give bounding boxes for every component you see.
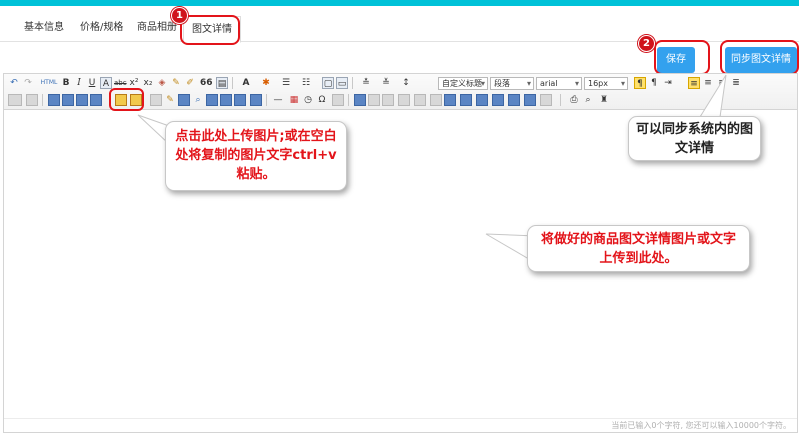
toolbar-separator — [352, 77, 353, 89]
toolbar-separator — [42, 94, 43, 106]
redo-icon[interactable]: ↷ — [22, 77, 34, 89]
highlight-color-icon[interactable]: ✱ — [260, 77, 272, 89]
search-replace-icon[interactable]: ♜ — [598, 94, 610, 106]
tab-basic-info[interactable]: 基本信息 — [24, 18, 64, 38]
insert-row-icon[interactable] — [382, 94, 394, 106]
page-break-icon[interactable] — [234, 94, 246, 106]
tab-highlight-ring — [180, 15, 240, 45]
image-float-left-icon[interactable] — [62, 94, 74, 106]
row-spacing-bottom-icon[interactable]: ≚ — [380, 77, 392, 89]
font-family-select[interactable]: arial — [536, 77, 582, 90]
image-float-right-icon[interactable] — [76, 94, 88, 106]
insert-col-icon[interactable] — [414, 94, 426, 106]
rtl-icon[interactable]: ¶ — [648, 77, 660, 89]
merge-cells-icon[interactable] — [444, 94, 456, 106]
delete-table-icon[interactable] — [368, 94, 380, 106]
insert-frame-icon[interactable] — [220, 94, 232, 106]
bold-icon[interactable]: B — [60, 77, 72, 89]
split-rows-icon[interactable] — [508, 94, 520, 106]
insert-video-icon[interactable] — [178, 94, 190, 106]
select-all-icon[interactable]: ▢ — [322, 77, 334, 89]
editor-statusbar: 当前已输入0个字符, 您还可以输入10000个字符。 — [4, 418, 797, 432]
merge-down-icon[interactable] — [476, 94, 488, 106]
insert-table-icon[interactable] — [354, 94, 366, 106]
auto-format-icon[interactable]: ✐ — [184, 77, 196, 89]
line-height-icon[interactable]: ↕ — [400, 77, 412, 89]
preview-icon[interactable]: ⌕ — [582, 94, 594, 106]
tab-product-album[interactable]: 商品相册 — [137, 18, 177, 38]
horizontal-rule-icon[interactable]: — — [272, 94, 284, 106]
image-upload-highlight-ring — [109, 88, 144, 111]
eraser-icon[interactable]: ◈ — [156, 77, 168, 89]
undo-icon[interactable]: ↶ — [8, 77, 20, 89]
emotion-icon[interactable] — [150, 94, 162, 106]
font-border-icon[interactable]: A — [100, 77, 112, 89]
scrawl-icon[interactable]: ✎ — [164, 94, 176, 106]
split-cols-icon[interactable] — [524, 94, 536, 106]
date-icon[interactable]: ▦ — [288, 94, 300, 106]
word-count: 当前已输入0个字符, 您还可以输入10000个字符。 — [611, 421, 791, 430]
font-size-select[interactable]: 16px — [584, 77, 628, 90]
html-source-icon[interactable]: HTML — [40, 77, 58, 89]
underline-icon[interactable]: U — [86, 77, 98, 89]
subscript-icon[interactable]: x₂ — [142, 77, 154, 89]
ltr-icon[interactable]: ¶ — [634, 77, 646, 89]
toolbar-separator — [560, 94, 561, 106]
toolbar-separator — [232, 77, 233, 89]
save-highlight-ring — [654, 40, 710, 75]
font-color-icon[interactable]: A — [240, 77, 252, 89]
sync-callout: 可以同步系统内的图文详情 — [628, 116, 761, 161]
content-callout: 将做好的商品图文详情图片或文字上传到此处。 — [527, 225, 750, 272]
tab-bar: 基本信息 价格/规格 商品相册 图文详情 — [0, 6, 799, 43]
toolbar-separator — [348, 94, 349, 106]
image-float-none-icon[interactable] — [48, 94, 60, 106]
custom-heading-select[interactable]: 自定义标题 — [438, 77, 488, 90]
ordered-list-icon[interactable]: ☰ — [280, 77, 292, 89]
map-icon[interactable] — [206, 94, 218, 106]
attachment-icon[interactable]: ⌕ — [192, 94, 204, 106]
time-icon[interactable]: ◷ — [302, 94, 314, 106]
step-badge-1: 1 — [171, 7, 188, 24]
indent-icon[interactable]: ⇥ — [662, 77, 674, 89]
toolbar-separator — [266, 94, 267, 106]
unlink-icon[interactable] — [26, 94, 38, 106]
step-badge-2: 2 — [638, 35, 655, 52]
merge-right-icon[interactable] — [460, 94, 472, 106]
delete-row-icon[interactable] — [398, 94, 410, 106]
table-props-icon[interactable] — [540, 94, 552, 106]
tab-price-spec[interactable]: 价格/规格 — [80, 18, 123, 38]
paragraph-select[interactable]: 段落 — [490, 77, 534, 90]
snapscreen-icon[interactable] — [332, 94, 344, 106]
clear-doc-icon[interactable]: ▭ — [336, 77, 348, 89]
link-icon[interactable] — [8, 94, 22, 106]
upload-callout: 点击此处上传图片;或在空白处将复制的图片文字ctrl+v粘贴。 — [165, 121, 347, 191]
sync-callout-tail — [699, 74, 727, 118]
format-brush-icon[interactable]: ✎ — [170, 77, 182, 89]
split-cells-icon[interactable] — [492, 94, 504, 106]
italic-icon[interactable]: I — [73, 77, 85, 89]
special-chars-icon[interactable]: Ω — [316, 94, 328, 106]
row-spacing-top-icon[interactable]: ≛ — [360, 77, 372, 89]
print-icon[interactable]: ⎙ — [568, 94, 580, 106]
delete-col-icon[interactable] — [430, 94, 442, 106]
quote-icon[interactable]: 66 — [200, 77, 213, 89]
image-center-icon[interactable] — [90, 94, 102, 106]
code-icon[interactable]: ▤ — [216, 77, 228, 89]
align-justify-icon[interactable]: ≣ — [730, 77, 742, 89]
template-icon[interactable] — [250, 94, 262, 106]
unordered-list-icon[interactable]: ☷ — [300, 77, 312, 89]
sync-highlight-ring — [720, 40, 799, 75]
